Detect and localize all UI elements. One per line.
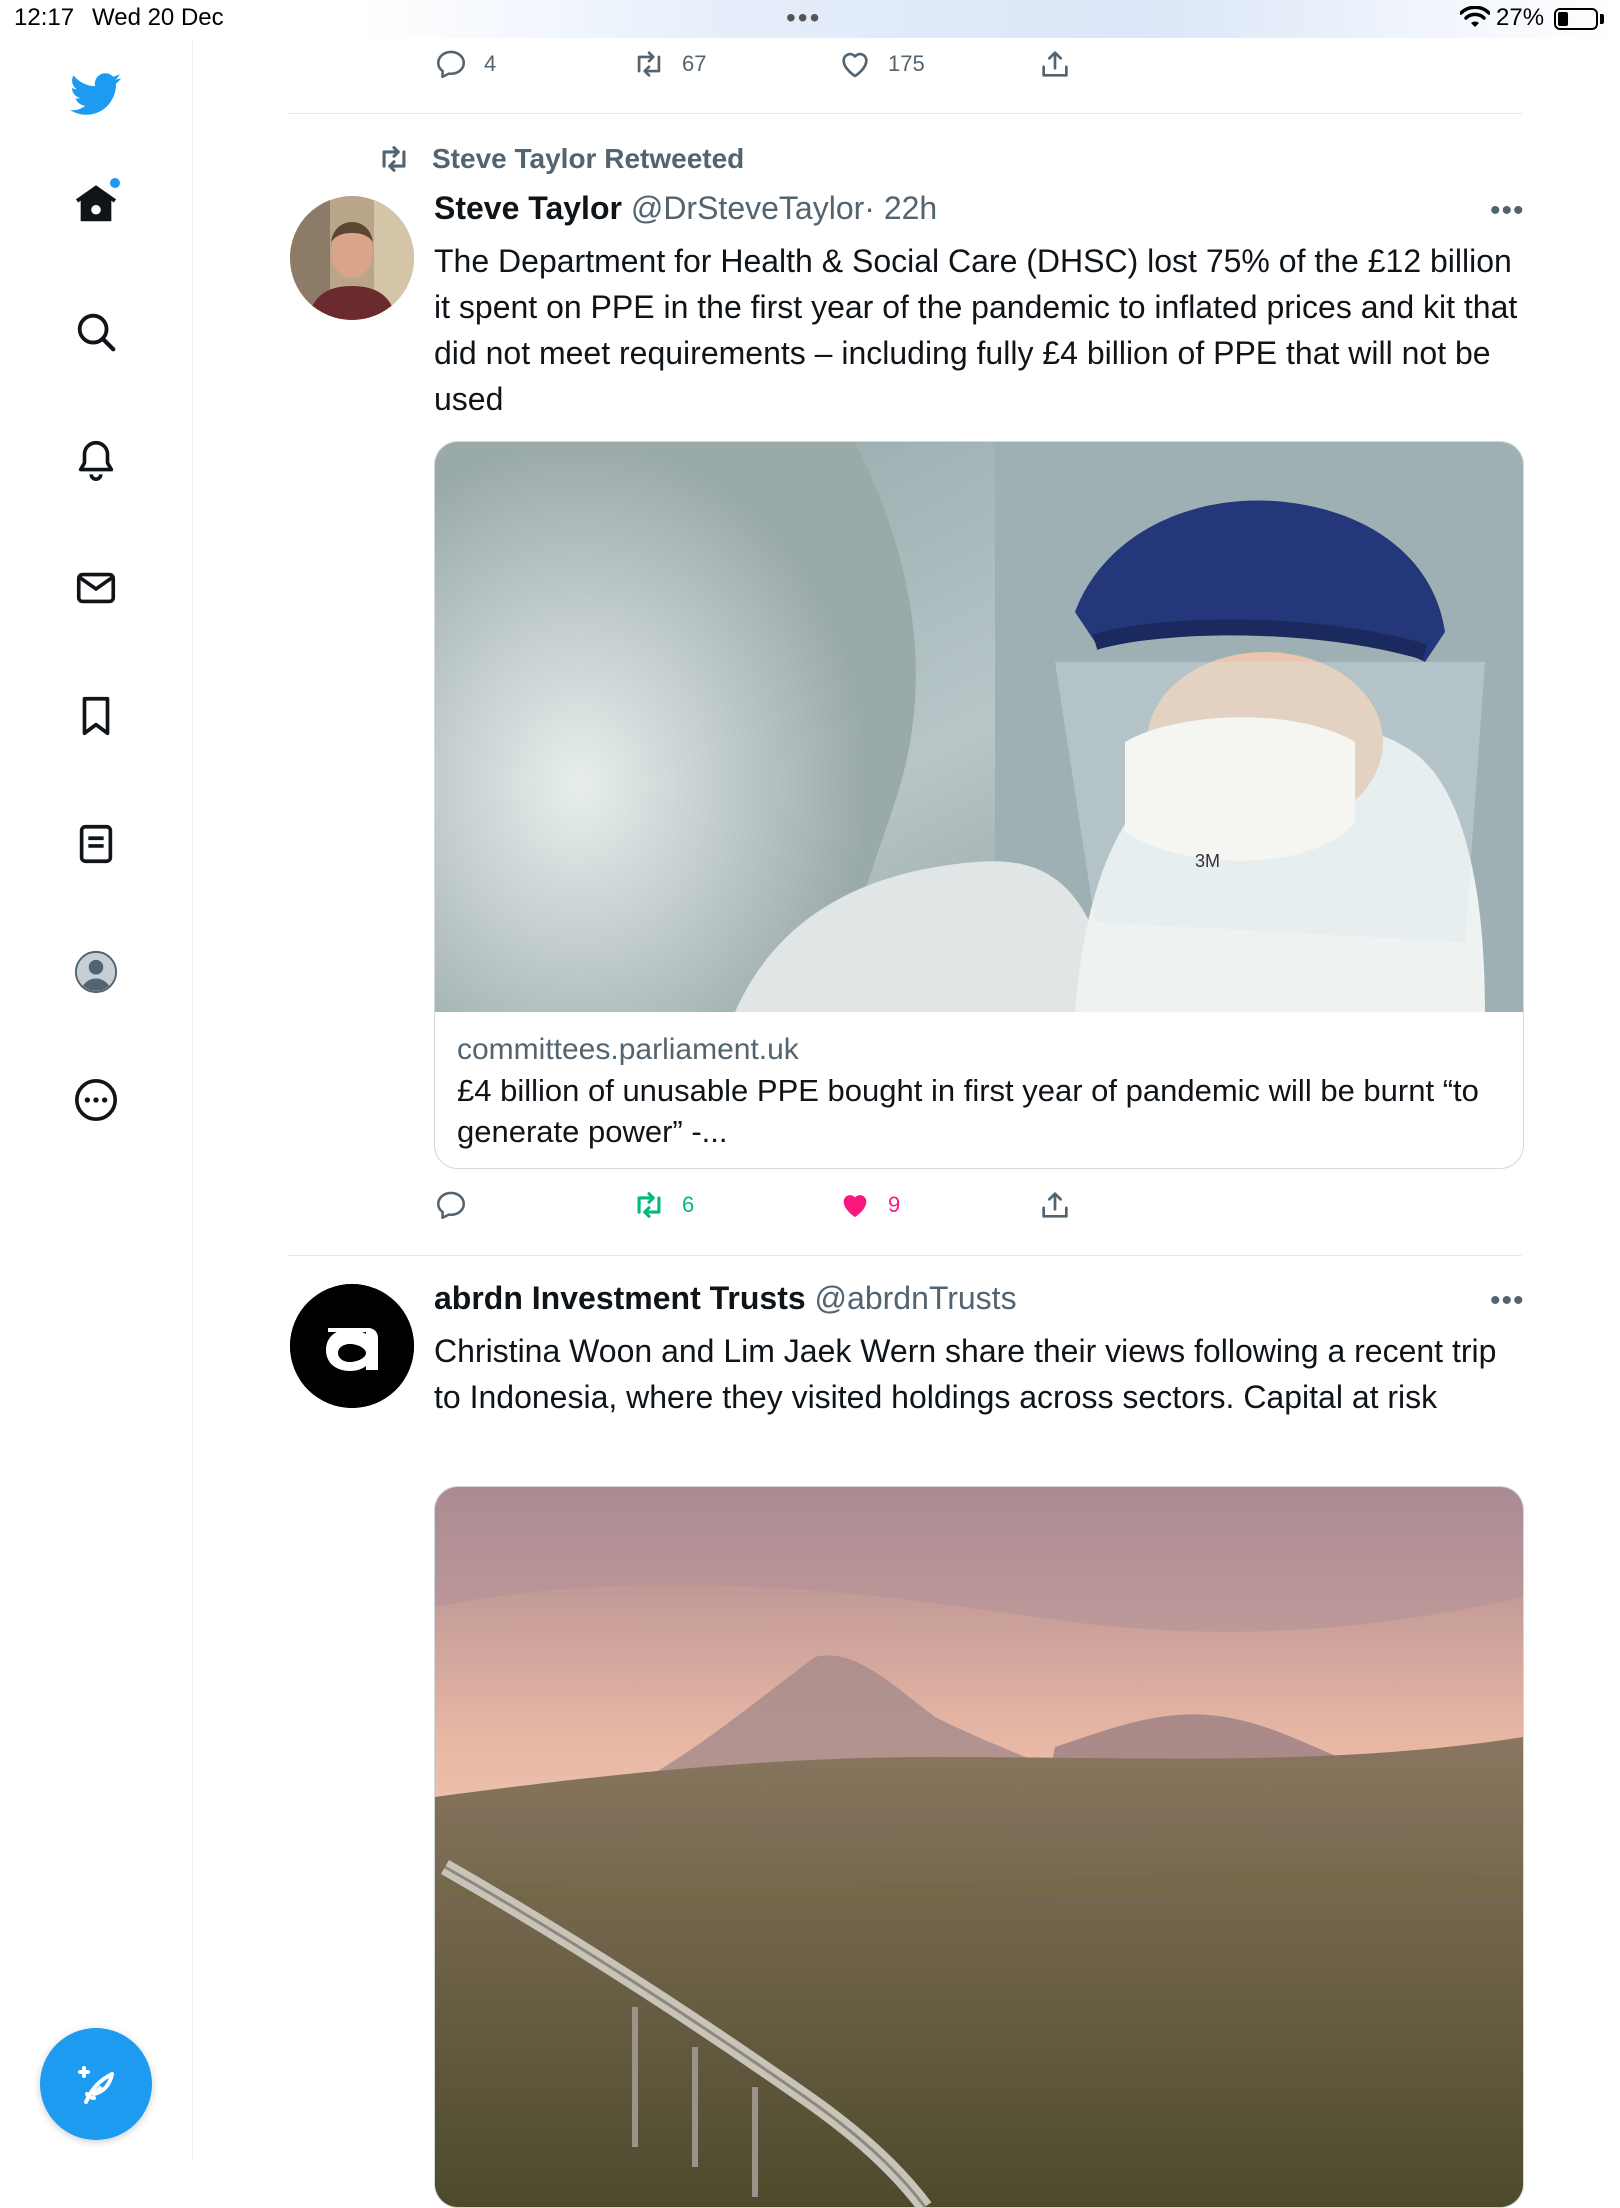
tweet-time[interactable]: · 22h xyxy=(864,190,937,226)
tweet-header: Steve Taylor @DrSteveTaylor· 22h xyxy=(434,190,937,227)
author-handle[interactable]: @DrSteveTaylor xyxy=(631,190,864,226)
retweeted-by-line[interactable]: Steve Taylor Retweeted xyxy=(374,142,744,176)
list-icon xyxy=(79,824,113,864)
tweet-divider xyxy=(288,113,1522,114)
profile-icon xyxy=(74,950,118,994)
link-card[interactable]: 3M committees.parliament.uk £4 billion o… xyxy=(434,441,1524,1169)
sidebar-item-notifications[interactable] xyxy=(66,430,126,490)
reply-icon xyxy=(436,50,466,79)
compose-tweet-button[interactable] xyxy=(40,2028,152,2140)
wifi-icon xyxy=(1460,6,1490,27)
sidebar-item-messages[interactable] xyxy=(66,558,126,618)
status-time: 12:17 xyxy=(14,4,75,31)
author-handle[interactable]: @abrdnTrusts xyxy=(815,1280,1017,1316)
battery-icon xyxy=(1554,8,1598,30)
more-options-icon[interactable]: ••• xyxy=(1490,1284,1525,1318)
tweet-header: abrdn Investment Trusts @abrdnTrusts xyxy=(434,1280,1017,1317)
retweet-count: 6 xyxy=(682,1192,695,1217)
retweeted-by-label: Steve Taylor Retweeted xyxy=(432,143,745,174)
media-card[interactable] xyxy=(434,1486,1524,2208)
more-options-icon[interactable]: ••• xyxy=(1490,194,1525,228)
link-card-meta: committees.parliament.uk £4 billion of u… xyxy=(435,1012,1523,1168)
link-card-title: £4 billion of unusable PPE bought in fir… xyxy=(457,1073,1479,1149)
retweet-count: 67 xyxy=(682,51,707,76)
reply-button[interactable] xyxy=(434,1185,484,1225)
compose-feather-icon xyxy=(78,2066,114,2104)
tweet-media-image xyxy=(435,1487,1523,2207)
sidebar-nav xyxy=(0,38,193,2160)
like-button[interactable]: 9 xyxy=(838,1185,900,1225)
avatar[interactable] xyxy=(290,1284,414,1408)
retweet-button[interactable]: 67 xyxy=(632,44,706,84)
sidebar-item-bookmarks[interactable] xyxy=(66,686,126,746)
reply-button[interactable]: 4 xyxy=(434,44,496,84)
status-date: Wed 20 Dec xyxy=(92,4,224,31)
multitasking-dots-icon[interactable]: ••• xyxy=(786,2,821,34)
author-name[interactable]: Steve Taylor xyxy=(434,190,622,226)
tweet-text: Christina Woon and Lim Jaek Wern share t… xyxy=(434,1333,1497,1415)
tweet-text: The Department for Health & Social Care … xyxy=(434,243,1518,417)
sidebar-item-profile[interactable] xyxy=(66,942,126,1002)
reply-icon xyxy=(436,1191,466,1220)
share-icon xyxy=(1042,1192,1068,1218)
home-icon xyxy=(75,185,117,222)
envelope-icon xyxy=(76,572,116,604)
retweet-icon xyxy=(382,146,406,172)
battery-tip xyxy=(1600,14,1604,24)
avatar-photo xyxy=(290,196,414,320)
retweet-icon xyxy=(637,51,661,77)
tweet-divider xyxy=(288,1255,1522,1256)
status-bar: 12:17 Wed 20 Dec ••• 27% xyxy=(0,0,1620,38)
previous-tweet-actions: 4 67 175 xyxy=(434,44,1134,84)
svg-text:3M: 3M xyxy=(1195,851,1220,871)
like-count: 175 xyxy=(888,51,925,76)
retweet-icon xyxy=(637,1192,661,1218)
heart-icon xyxy=(842,52,868,78)
abrdn-logo-icon xyxy=(290,1284,414,1408)
twitter-logo-icon[interactable] xyxy=(66,64,126,124)
share-button[interactable] xyxy=(1038,44,1088,84)
avatar[interactable] xyxy=(290,196,414,320)
like-button[interactable]: 175 xyxy=(838,44,925,84)
retweet-button[interactable]: 6 xyxy=(632,1185,694,1225)
sidebar-item-more[interactable] xyxy=(66,1070,126,1130)
sidebar-item-explore[interactable] xyxy=(66,302,126,362)
tweet-actions: 6 9 xyxy=(434,1185,1134,1225)
heart-icon xyxy=(843,1195,867,1218)
like-count: 9 xyxy=(888,1192,901,1217)
author-name[interactable]: abrdn Investment Trusts xyxy=(434,1280,806,1316)
sidebar-item-lists[interactable] xyxy=(66,814,126,874)
link-card-domain: committees.parliament.uk xyxy=(457,1033,799,1066)
link-card-image: 3M xyxy=(435,442,1523,1012)
reply-count: 4 xyxy=(484,51,497,76)
share-button[interactable] xyxy=(1038,1185,1088,1225)
share-icon xyxy=(1042,51,1068,77)
more-circle-icon xyxy=(75,1079,117,1121)
sidebar-item-home[interactable] xyxy=(66,174,126,234)
bell-icon xyxy=(78,440,114,481)
home-notification-dot xyxy=(110,178,120,188)
search-icon xyxy=(77,313,116,352)
bookmark-icon xyxy=(82,696,110,736)
battery-percent: 27% xyxy=(1496,4,1545,31)
